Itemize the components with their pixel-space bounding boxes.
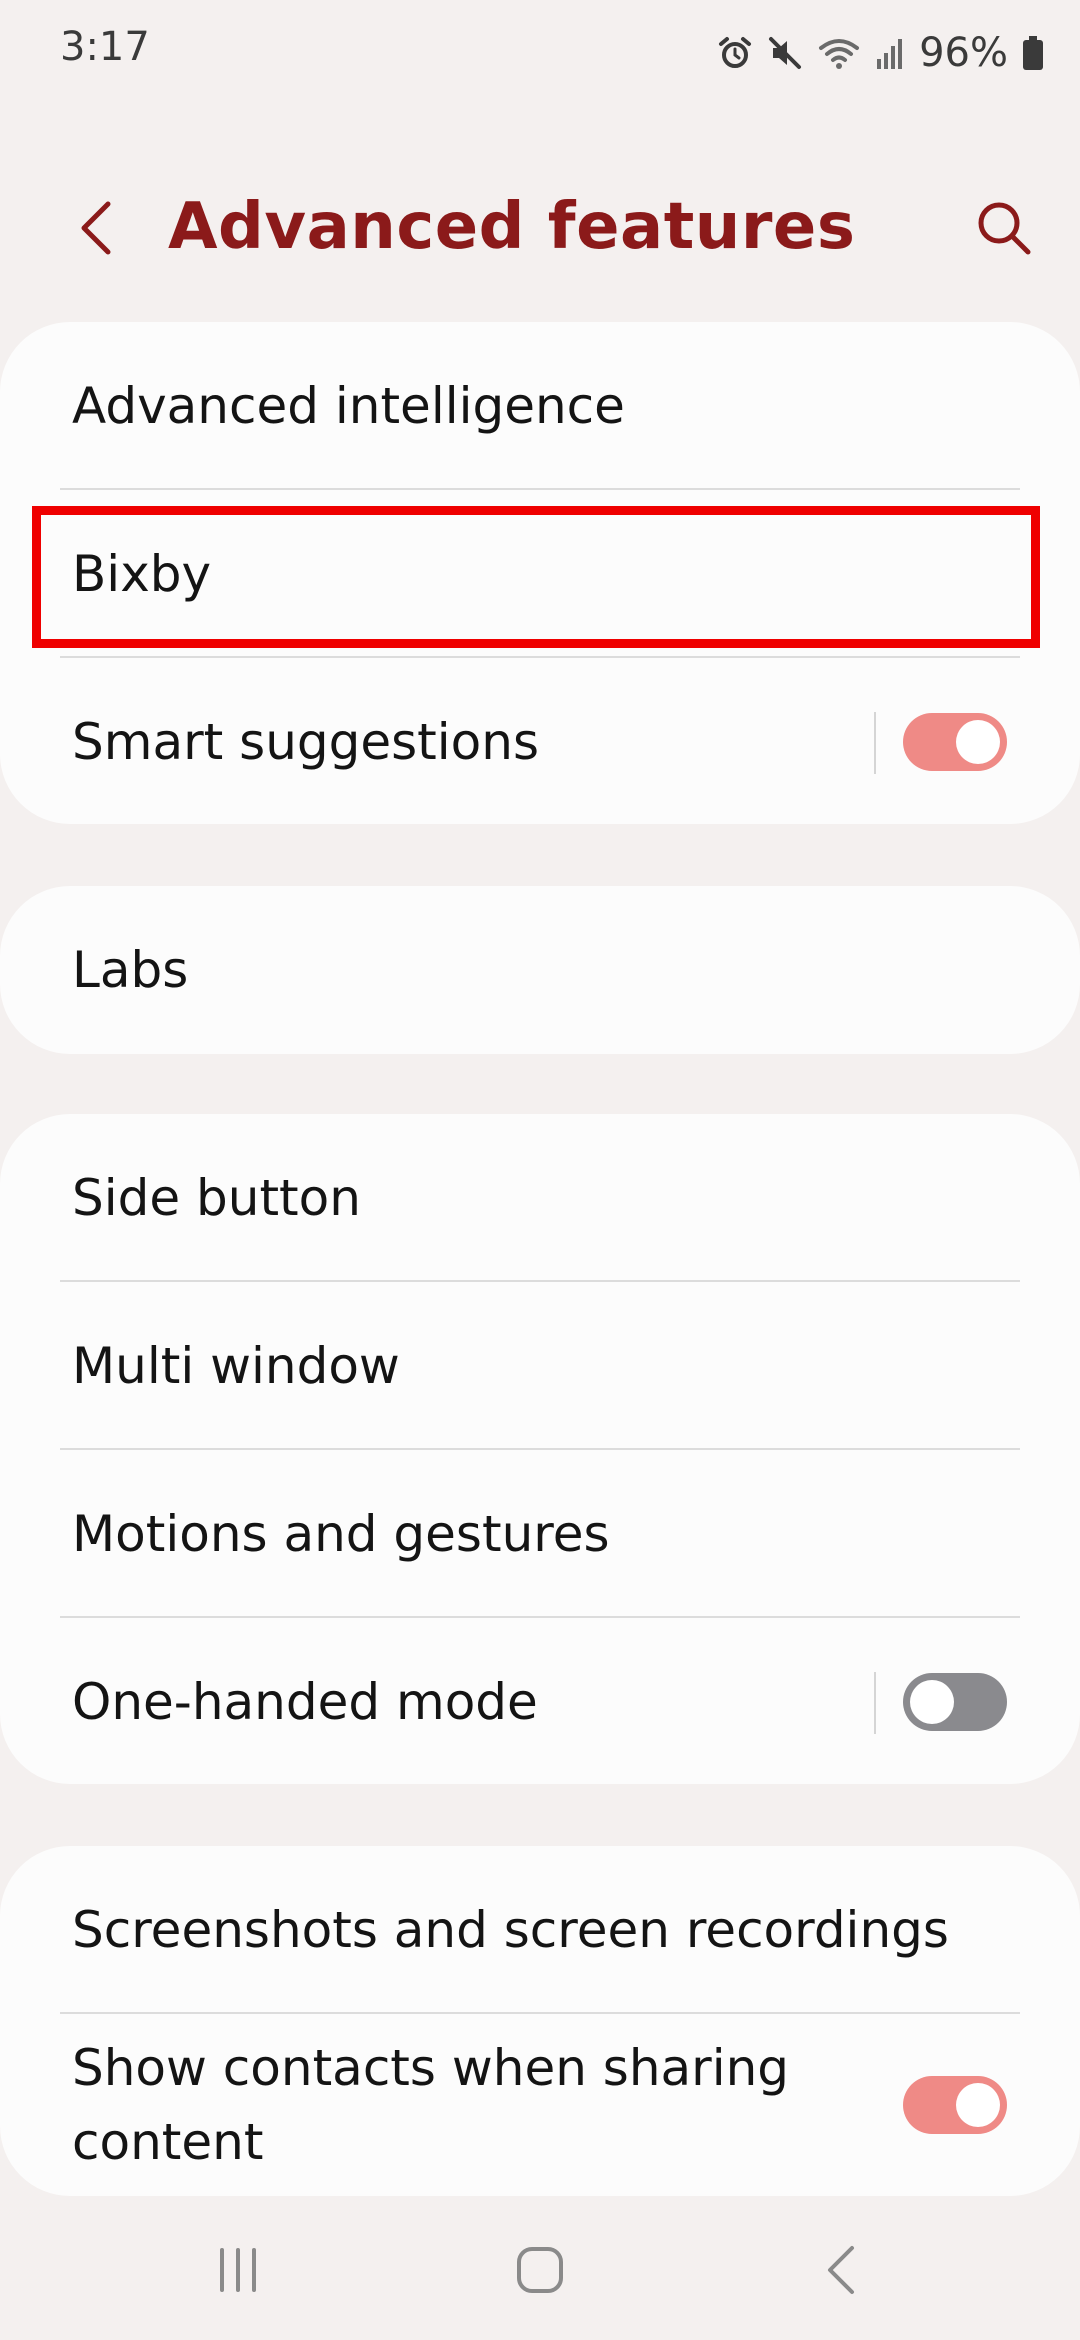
- setting-bixby[interactable]: Bixby: [0, 490, 1080, 658]
- setting-show-contacts-when-sharing[interactable]: Show contacts when sharing content: [0, 2014, 1080, 2196]
- setting-advanced-intelligence[interactable]: Advanced intelligence: [0, 322, 1080, 490]
- recents-icon: [220, 2248, 256, 2292]
- setting-label: Motions and gestures: [72, 1505, 610, 1563]
- vertical-separator: [874, 1672, 876, 1734]
- setting-side-button[interactable]: Side button: [0, 1114, 1080, 1282]
- home-button[interactable]: [480, 2220, 600, 2320]
- vertical-separator: [874, 712, 876, 774]
- setting-label: Multi window: [72, 1337, 400, 1395]
- battery-icon: [1022, 35, 1044, 71]
- setting-label: Show contacts when sharing content: [72, 2039, 790, 2171]
- mute-icon: [767, 35, 803, 71]
- signal-icon: [875, 35, 905, 71]
- settings-group-sharing: Screenshots and screen recordings Show c…: [0, 1846, 1080, 2196]
- chevron-left-icon: [81, 201, 111, 255]
- setting-smart-suggestions[interactable]: Smart suggestions: [0, 658, 1080, 824]
- back-button[interactable]: [56, 188, 136, 268]
- battery-percentage: 96%: [919, 30, 1008, 76]
- search-icon: [978, 202, 1031, 255]
- wifi-icon: [817, 35, 861, 71]
- page-title: Advanced features: [168, 190, 856, 264]
- app-header: Advanced features: [0, 150, 1080, 300]
- setting-label: One-handed mode: [72, 1673, 538, 1731]
- settings-group-controls: Side button Multi window Motions and ges…: [0, 1114, 1080, 1784]
- toggle-knob: [956, 2083, 1000, 2127]
- show-contacts-toggle[interactable]: [903, 2076, 1007, 2134]
- setting-label: Labs: [72, 941, 189, 999]
- setting-one-handed-mode[interactable]: One-handed mode: [0, 1618, 1080, 1784]
- setting-multi-window[interactable]: Multi window: [0, 1282, 1080, 1450]
- status-time: 3:17: [60, 24, 150, 70]
- navigation-bar: [0, 2200, 1080, 2340]
- screen: 3:17 96% Advanced features Advanced inte…: [0, 0, 1080, 2340]
- setting-label: Smart suggestions: [72, 713, 539, 771]
- setting-screenshots-and-screen-recordings[interactable]: Screenshots and screen recordings: [0, 1846, 1080, 2014]
- settings-group-intelligence: Advanced intelligence Bixby Smart sugges…: [0, 322, 1080, 824]
- alarm-icon: [717, 35, 753, 71]
- back-icon: [828, 2246, 854, 2294]
- one-handed-mode-toggle[interactable]: [903, 1673, 1007, 1731]
- toggle-knob: [956, 720, 1000, 764]
- toggle-knob: [910, 1680, 954, 1724]
- home-icon: [517, 2247, 563, 2293]
- setting-labs[interactable]: Labs: [0, 886, 1080, 1054]
- recents-button[interactable]: [178, 2220, 298, 2320]
- status-bar: 3:17 96%: [0, 0, 1080, 100]
- settings-group-labs: Labs: [0, 886, 1080, 1054]
- setting-label: Side button: [72, 1169, 361, 1227]
- setting-label: Advanced intelligence: [72, 377, 625, 435]
- setting-label: Screenshots and screen recordings: [72, 1901, 949, 1959]
- setting-label: Bixby: [72, 545, 212, 603]
- system-back-button[interactable]: [784, 2220, 904, 2320]
- search-button[interactable]: [964, 188, 1044, 268]
- status-icons: 96%: [717, 26, 1044, 80]
- setting-motions-and-gestures[interactable]: Motions and gestures: [0, 1450, 1080, 1618]
- smart-suggestions-toggle[interactable]: [903, 713, 1007, 771]
